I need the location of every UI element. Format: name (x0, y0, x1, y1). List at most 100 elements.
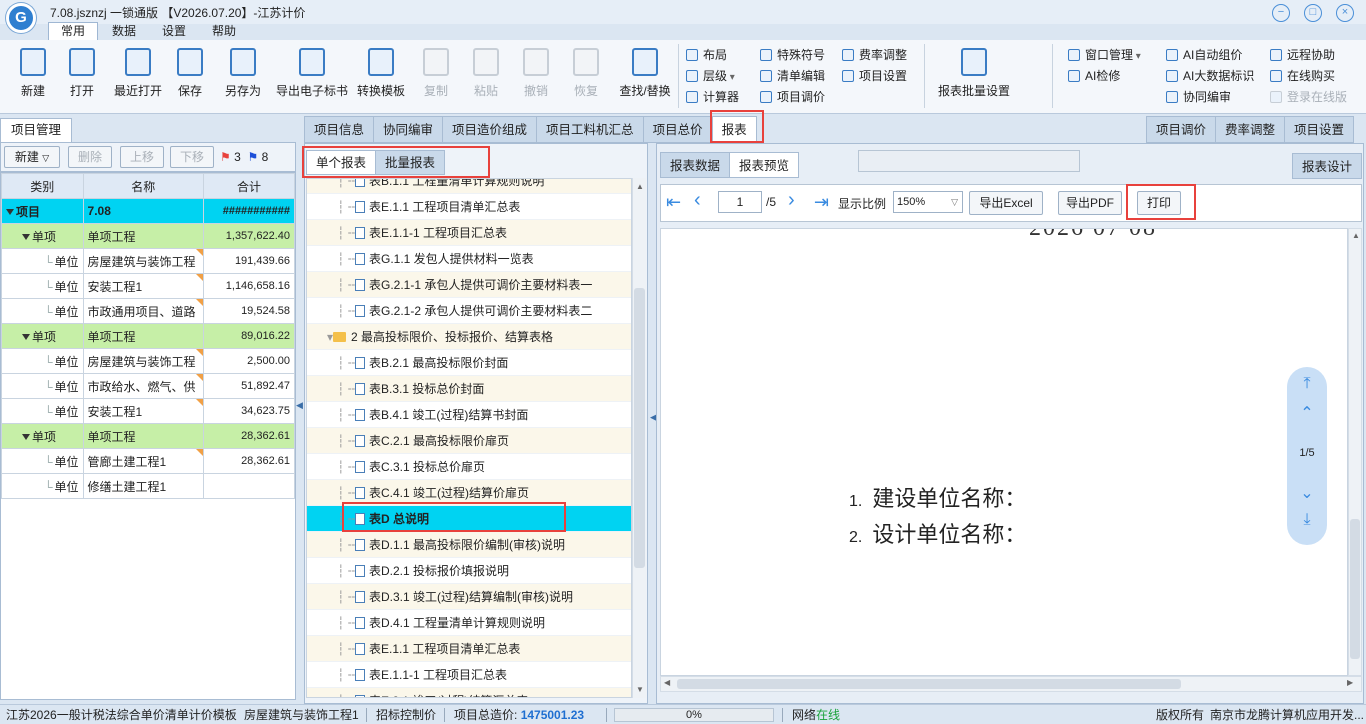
expand-arrow-icon[interactable] (6, 208, 14, 215)
group1-item-2[interactable]: 计算器 (686, 88, 739, 106)
column-header-type[interactable]: 类别 (1, 173, 84, 199)
main-tab-5[interactable]: 报表 (711, 116, 757, 143)
group3-item-1[interactable]: 项目设置 (842, 67, 907, 85)
report-item[interactable]: ┆ ╌ 表C.2.1 最高投标限价扉页 (307, 428, 631, 454)
project-row[interactable]: └ 单位 安装工程1 1,146,658.16 (1, 273, 295, 299)
report-item[interactable]: ┆ ╌ 表D.3.1 竣工(过程)结算编制(审核)说明 (307, 584, 631, 610)
report-design-button[interactable]: 报表设计 (1292, 153, 1363, 179)
group5-item-1[interactable]: AI大数据标识 (1166, 67, 1254, 85)
group5-item-0[interactable]: AI自动组价 (1166, 46, 1254, 64)
prev-page-icon[interactable]: ‹ (694, 190, 701, 210)
group2-item-2[interactable]: 项目调价 (760, 88, 825, 106)
report-item[interactable]: ┆ ╌ 表E.1.1 工程项目清单汇总表 (307, 194, 631, 220)
expand-arrow-icon[interactable] (22, 233, 30, 240)
group5-item-2[interactable]: 协同编审 (1166, 88, 1254, 106)
group2-item-1[interactable]: 清单编辑 (760, 67, 825, 85)
save-as-button[interactable]: 另存为 (216, 46, 270, 106)
preview-horizontal-scrollbar[interactable]: ◀ ▶ (660, 676, 1362, 692)
tab-project-management[interactable]: 项目管理 (0, 118, 73, 142)
redo-button[interactable]: 恢复 (562, 46, 610, 106)
menu-tab-1[interactable]: 数据 (100, 23, 148, 41)
undo-button[interactable]: 撤销 (512, 46, 560, 106)
first-page-icon[interactable]: ⇤ (666, 192, 681, 212)
column-header-total[interactable]: 合计 (203, 173, 295, 199)
group3-item-0[interactable]: 费率调整 (842, 46, 907, 64)
zoom-select[interactable]: 150% ▽ (893, 191, 963, 213)
group6-item-1[interactable]: 在线购买 (1270, 67, 1347, 85)
paste-button[interactable]: 粘贴 (462, 46, 510, 106)
report-mode-tab-1[interactable]: 批量报表 (375, 150, 446, 175)
project-row[interactable]: 单项 单项工程 89,016.22 (1, 323, 295, 349)
column-header-name[interactable]: 名称 (82, 173, 205, 199)
project-row[interactable]: 单项 单项工程 1,357,622.40 (1, 223, 295, 249)
report-item[interactable]: ┆ ╌ 表G.2.1-1 承包人提供可调价主要材料表一 (307, 272, 631, 298)
delete-button[interactable]: 删除 (68, 146, 112, 168)
expand-arrow-icon[interactable] (22, 433, 30, 440)
scroll-up-icon[interactable]: ⌃ (1296, 403, 1318, 425)
report-mode-tab-0[interactable]: 单个报表 (306, 150, 377, 175)
page-number-input[interactable]: 1 (718, 191, 762, 213)
last-page-icon[interactable]: ⇥ (814, 192, 829, 212)
project-row[interactable]: └ 单位 房屋建筑与装饰工程 2,500.00 (1, 348, 295, 374)
project-row[interactable]: 项目 7.08 ########### (1, 198, 295, 224)
report-item[interactable]: ┆ ╌ 表B.4.1 竣工(过程)结算书封面 (307, 402, 631, 428)
menu-tab-0[interactable]: 常用 (48, 22, 99, 40)
group4-item-1[interactable]: AI检修 (1068, 67, 1141, 85)
preview-tab-0[interactable]: 报表数据 (660, 152, 731, 178)
folder-open-button[interactable]: 打开 (58, 46, 106, 106)
search-button[interactable]: 查找/替换 (612, 46, 678, 106)
report-item[interactable]: ┆ ╌ 表G.2.1-2 承包人提供可调价主要材料表二 (307, 298, 631, 324)
right-tab-2[interactable]: 项目设置 (1284, 116, 1355, 143)
print-button[interactable]: 打印 (1137, 191, 1181, 215)
project-row[interactable]: 单项 单项工程 28,362.61 (1, 423, 295, 449)
next-page-icon[interactable]: › (788, 190, 795, 210)
report-item[interactable]: ┆ ╌ 表C.3.1 投标总价扉页 (307, 454, 631, 480)
blue-flag-icon[interactable]: ⚑ (247, 150, 258, 164)
close-icon[interactable]: × (1336, 4, 1354, 22)
report-item[interactable]: ┆ ╌ 表G.1.1 发包人提供材料一览表 (307, 246, 631, 272)
project-row[interactable]: └ 单位 市政给水、燃气、供 51,892.47 (1, 373, 295, 399)
group1-item-0[interactable]: 布局 (686, 46, 739, 64)
main-tab-0[interactable]: 项目信息 (304, 116, 375, 143)
red-flag-icon[interactable]: ⚑ (220, 150, 231, 164)
scroll-down-icon[interactable]: ⌄ (1296, 483, 1318, 505)
move-down-button[interactable]: 下移 (170, 146, 214, 168)
report-item[interactable]: ┆ ╌ 表D.4.1 工程量清单计算规则说明 (307, 610, 631, 636)
project-row[interactable]: └ 单位 修缮土建工程1 (1, 473, 295, 499)
convert-button[interactable]: 转换模板 (352, 46, 410, 106)
report-folder[interactable]: ▾ 2 最高投标限价、投标报价、结算表格 (307, 324, 631, 350)
recent-button[interactable]: 最近打开 (110, 46, 166, 106)
batch-report-settings-button[interactable]: 报表批量设置 (934, 46, 1014, 106)
report-item[interactable]: ┆ ╌ 表B.1.1 工程量清单计算规则说明 (307, 179, 631, 194)
new-dropdown-button[interactable]: 新建 ▽ (4, 146, 60, 168)
app-logo-icon[interactable]: G (6, 3, 36, 33)
project-row[interactable]: └ 单位 安装工程1 34,623.75 (1, 398, 295, 424)
save-button[interactable]: 保存 (166, 46, 214, 106)
report-tree-scrollbar[interactable]: ▲ ▼ (632, 178, 646, 698)
report-item[interactable]: ┆ ╌ 表E.1.1-1 工程项目汇总表 (307, 662, 631, 688)
group6-item-2[interactable]: 登录在线版 (1270, 88, 1347, 106)
group1-item-1[interactable]: 层级 ▾ (686, 67, 739, 85)
right-tab-1[interactable]: 费率调整 (1215, 116, 1286, 143)
report-item[interactable]: ┆ ╌ 表D 总说明 (307, 506, 631, 532)
new-file-button[interactable]: 新建 (6, 46, 60, 106)
preview-tab-1[interactable]: 报表预览 (729, 152, 800, 178)
project-row[interactable]: └ 单位 管廊土建工程1 28,362.61 (1, 448, 295, 474)
expand-arrow-icon[interactable] (22, 333, 30, 340)
preview-vertical-scrollbar[interactable]: ▲ (1348, 228, 1362, 676)
export-bid-button[interactable]: 导出电子标书 (272, 46, 352, 106)
report-item[interactable]: ┆ ╌ 表C.4.1 竣工(过程)结算价扉页 (307, 480, 631, 506)
report-item[interactable]: ┆ ╌ 表E.1.1 工程项目清单汇总表 (307, 636, 631, 662)
report-item[interactable]: ┆ ╌ 表E.1.1-1 工程项目汇总表 (307, 220, 631, 246)
scroll-top-icon[interactable]: ⤒ (1296, 373, 1318, 395)
main-tab-1[interactable]: 协同编审 (373, 116, 444, 143)
project-row[interactable]: └ 单位 房屋建筑与装饰工程 191,439.66 (1, 248, 295, 274)
project-row[interactable]: └ 单位 市政通用项目、道路 19,524.58 (1, 298, 295, 324)
report-item[interactable]: ┆ ╌ 表B.3.1 投标总价封面 (307, 376, 631, 402)
copy-button[interactable]: 复制 (412, 46, 460, 106)
main-tab-2[interactable]: 项目造价组成 (442, 116, 538, 143)
report-item[interactable]: ┆ ╌ 表D.2.1 投标报价填报说明 (307, 558, 631, 584)
group6-item-0[interactable]: 远程协助 (1270, 46, 1347, 64)
report-item[interactable]: ┆ ╌ 表B.2.1 最高投标限价封面 (307, 350, 631, 376)
export-pdf-button[interactable]: 导出PDF (1058, 191, 1122, 215)
